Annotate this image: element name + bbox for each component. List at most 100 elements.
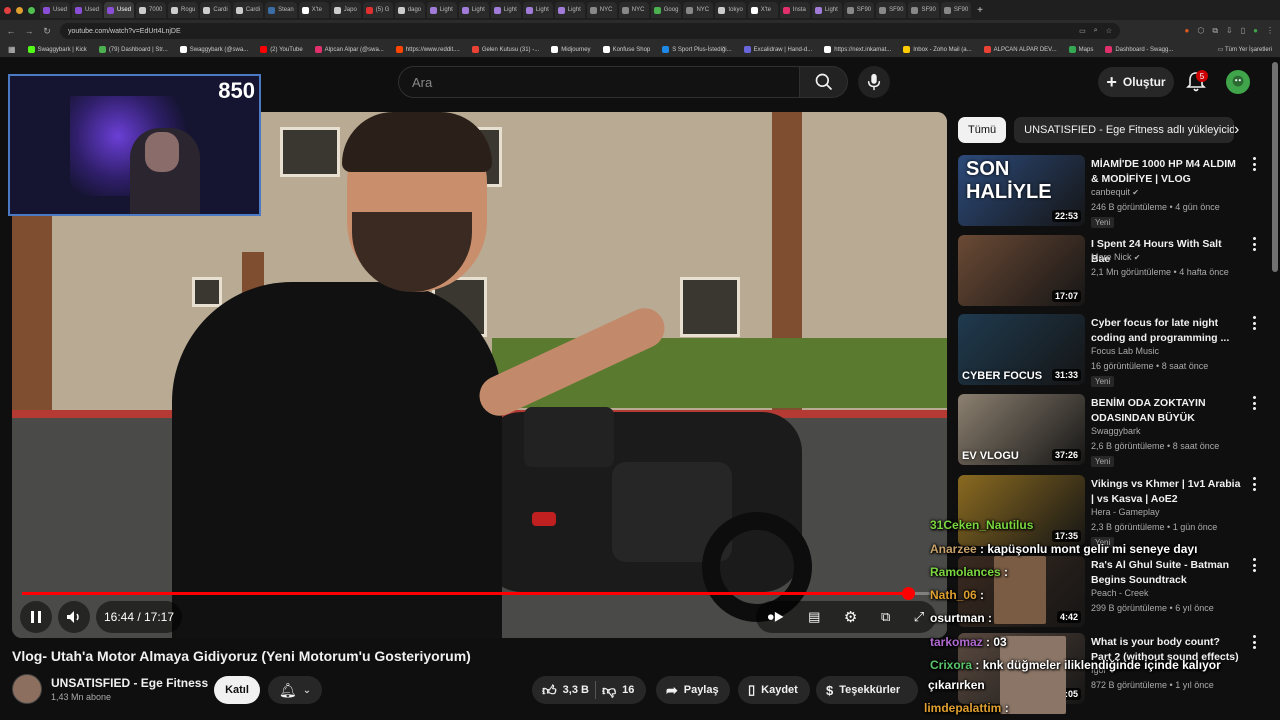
- recommendation-thumbnail[interactable]: CYBER FOCUS 31:33: [958, 314, 1085, 385]
- recommendation-thumbnail[interactable]: 17:07: [958, 235, 1085, 306]
- recommendation-item[interactable]: EV VLOGU 37:26 BENİM ODA ZOKTAYIN ODASINDA…: [958, 394, 1258, 468]
- dislike-icon[interactable]: 👎︎: [602, 682, 616, 699]
- more-options-icon[interactable]: [1250, 237, 1258, 251]
- chip-from-channel[interactable]: UNSATISFIED - Ege Fitness adlı yükleyici…: [1014, 117, 1235, 143]
- bookmark-item[interactable]: Inbox - Zoho Mail (a...: [903, 46, 972, 53]
- browser-tab[interactable]: Light: [426, 2, 457, 18]
- download-icon[interactable]: ⇩: [1226, 26, 1233, 36]
- thanks-button[interactable]: $ Teşekkürler: [816, 676, 918, 704]
- browser-tab[interactable]: Stean: [265, 2, 297, 18]
- browser-tab[interactable]: Goog: [650, 2, 682, 18]
- bookmark-item[interactable]: (2) YouTube: [260, 46, 303, 53]
- browser-tab[interactable]: Used: [40, 2, 71, 18]
- profile-icon[interactable]: ●: [1253, 26, 1258, 36]
- browser-tab[interactable]: Rogu: [168, 2, 199, 18]
- bookmark-item[interactable]: S Sport Plus-İstediği...: [662, 46, 732, 53]
- recommendation-channel[interactable]: Hera - Gameplay: [1091, 507, 1160, 517]
- extension-icon[interactable]: ●: [1185, 26, 1190, 36]
- page-scrollbar[interactable]: [1272, 62, 1278, 272]
- recommendation-title[interactable]: Ra's Al Ghul Suite - Batman Begins Sound…: [1091, 558, 1243, 588]
- browser-tab[interactable]: 7000: [136, 2, 167, 18]
- miniplayer-icon[interactable]: ⧉: [881, 609, 890, 625]
- search-icon[interactable]: ⌕: [1094, 27, 1098, 35]
- recommendation-channel[interactable]: Focus Lab Music: [1091, 346, 1159, 356]
- recommendation-item[interactable]: 17:07 I Spent 24 Hours With Salt Bae More …: [958, 235, 1258, 309]
- channel-avatar[interactable]: [12, 674, 42, 704]
- chip-all[interactable]: Tümü: [958, 117, 1007, 143]
- browser-tab[interactable]: Used: [72, 2, 103, 18]
- window-dot[interactable]: [28, 6, 35, 14]
- volume-button[interactable]: [58, 601, 90, 633]
- bookmark-item[interactable]: Alpcan Alpar (@swa...: [314, 46, 384, 53]
- progress-bar[interactable]: [22, 587, 937, 600]
- browser-tab[interactable]: Used: [104, 2, 135, 18]
- like-icon[interactable]: 👍︎: [542, 682, 557, 699]
- apps-grid-icon[interactable]: ▦: [8, 45, 16, 54]
- browser-tab[interactable]: SF90: [876, 2, 907, 18]
- cast-icon[interactable]: ▭: [1079, 27, 1086, 35]
- bookmark-item[interactable]: Excalidraw | Hand-d...: [743, 46, 812, 53]
- bookmark-item[interactable]: https://www.reddit....: [395, 46, 460, 53]
- join-button[interactable]: Katıl: [214, 676, 260, 704]
- browser-tab[interactable]: Light: [458, 2, 489, 18]
- bookmark-item[interactable]: https://next.inkamat...: [824, 46, 891, 53]
- extensions-puzzle-icon[interactable]: ⧉: [1212, 26, 1218, 36]
- voice-search-button[interactable]: [858, 66, 890, 98]
- autoplay-toggle-icon[interactable]: ⏺▶: [768, 610, 785, 625]
- account-avatar[interactable]: [1226, 70, 1250, 94]
- window-dot[interactable]: [16, 6, 23, 14]
- settings-gear-icon[interactable]: ⚙: [844, 608, 857, 626]
- bookmark-item[interactable]: Swaggybark (@swa...: [179, 46, 248, 53]
- more-options-icon[interactable]: [1250, 477, 1258, 491]
- search-input[interactable]: Ara: [398, 66, 800, 98]
- browser-tab[interactable]: Cardi: [232, 2, 264, 18]
- recommendation-item[interactable]: CYBER FOCUS 31:33 Cyber focus for late nig…: [958, 314, 1258, 388]
- browser-tab[interactable]: Light: [554, 2, 585, 18]
- new-tab-button[interactable]: +: [977, 5, 983, 16]
- scrubber-handle[interactable]: [901, 587, 915, 600]
- browser-tab[interactable]: Light: [490, 2, 521, 18]
- recommendation-thumbnail[interactable]: EV VLOGU 37:26: [958, 394, 1085, 465]
- more-options-icon[interactable]: [1250, 635, 1258, 649]
- window-dot[interactable]: [4, 6, 11, 14]
- chevron-right-icon[interactable]: ›: [1234, 121, 1239, 139]
- all-bookmarks-link[interactable]: ▭ Tüm Yer İşaretleri: [1218, 46, 1272, 53]
- bookmark-item[interactable]: Konfuse Shop: [602, 46, 650, 53]
- recommendation-item[interactable]: SON HALİYLE 22:53 MİAMİ'DE 1000 HP M4 ALDI…: [958, 155, 1258, 229]
- more-options-icon[interactable]: [1250, 316, 1258, 330]
- forward-icon[interactable]: →: [24, 26, 34, 36]
- bookmark-item[interactable]: Gelen Kutusu (31) -...: [471, 46, 539, 53]
- browser-tab[interactable]: X'te: [747, 2, 778, 18]
- bookmark-item[interactable]: Dashboard - Swagg...: [1105, 46, 1173, 53]
- browser-tab[interactable]: NYC: [586, 2, 617, 18]
- browser-tab[interactable]: Insta: [779, 2, 810, 18]
- browser-tab[interactable]: tokyo: [715, 2, 746, 18]
- recommendation-thumbnail[interactable]: SON HALİYLE 22:53: [958, 155, 1085, 226]
- more-options-icon[interactable]: [1250, 558, 1258, 572]
- more-options-icon[interactable]: [1250, 157, 1258, 171]
- recommendation-title[interactable]: MİAMİ'DE 1000 HP M4 ALDIM & MODİFİYE | V…: [1091, 157, 1243, 187]
- pause-button[interactable]: [20, 601, 52, 633]
- url-field[interactable]: youtube.com/watch?v=EdUrt4LnjDE ▭ ⌕ ☆: [60, 23, 1120, 39]
- recommendation-channel[interactable]: canbequit ✔: [1091, 187, 1139, 197]
- browser-tab[interactable]: dago: [394, 2, 425, 18]
- save-button[interactable]: ▯ Kaydet: [738, 676, 810, 704]
- sidebar-icon[interactable]: ▯: [1241, 26, 1245, 36]
- extension-icon[interactable]: ⬡: [1197, 26, 1204, 36]
- browser-tab[interactable]: (5) G: [362, 2, 393, 18]
- browser-tab[interactable]: Light: [811, 2, 842, 18]
- bookmark-item[interactable]: Midjourney: [551, 46, 591, 53]
- create-button[interactable]: + Oluştur: [1098, 67, 1174, 97]
- channel-name[interactable]: UNSATISFIED - Ege Fitness: [51, 676, 208, 690]
- bookmark-item[interactable]: Maps: [1068, 46, 1093, 53]
- recommendation-channel[interactable]: Peach - Creek: [1091, 588, 1149, 598]
- menu-kebab-icon[interactable]: ⋮: [1266, 26, 1274, 36]
- subtitles-icon[interactable]: ▤: [808, 609, 820, 625]
- recommendation-title[interactable]: Vikings vs Khmer | 1v1 Arabia | vs Kasva…: [1091, 477, 1243, 507]
- bookmark-item[interactable]: Swaggybark | Kick: [27, 46, 87, 53]
- browser-tab[interactable]: NYC: [618, 2, 649, 18]
- browser-tab[interactable]: SF90: [940, 2, 972, 18]
- recommendation-item[interactable]: 17:35 Vikings vs Khmer | 1v1 Arabia | vs …: [958, 475, 1258, 549]
- recommendation-thumbnail[interactable]: 17:35: [958, 475, 1085, 546]
- more-options-icon[interactable]: [1250, 396, 1258, 410]
